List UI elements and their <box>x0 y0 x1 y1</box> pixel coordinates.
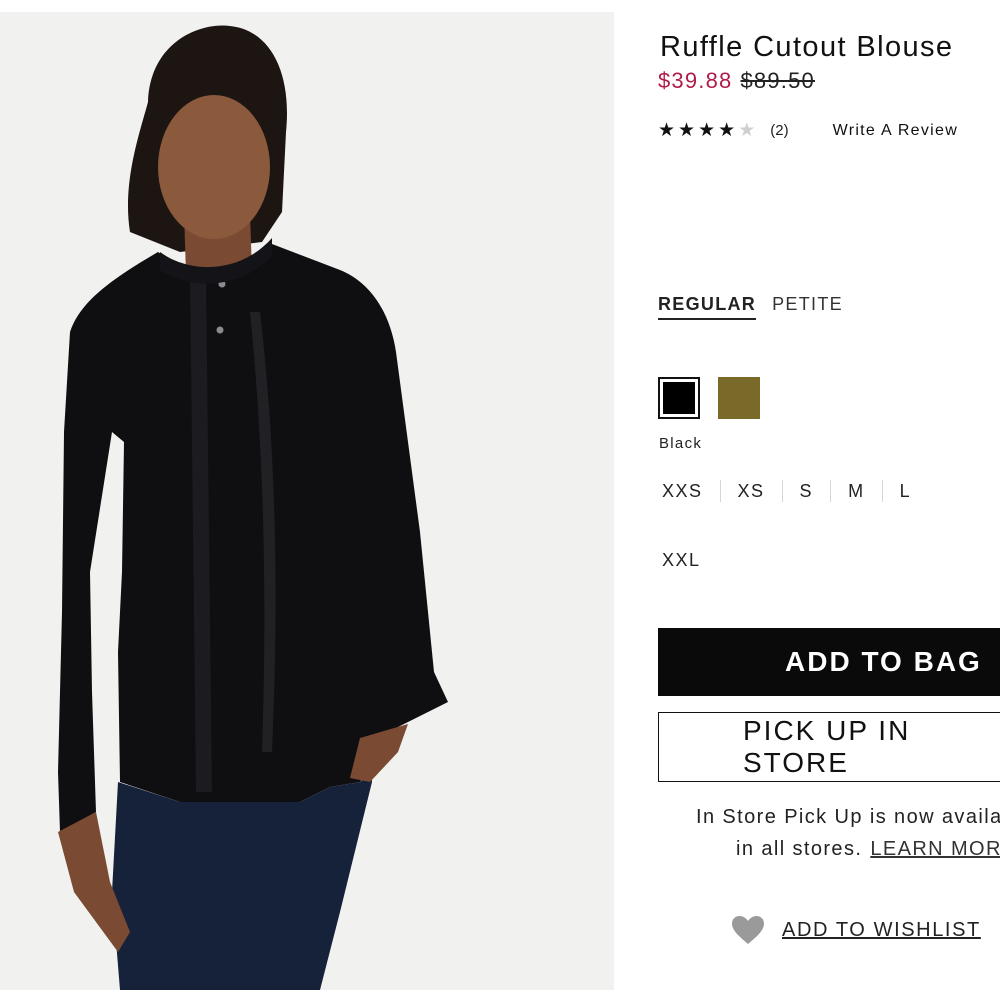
write-review-link[interactable]: Write A Review <box>833 122 959 140</box>
add-to-wishlist-label: ADD TO WISHLIST <box>782 918 981 941</box>
original-price: $89.50 <box>740 68 815 93</box>
star-icon: ★ <box>678 120 696 141</box>
add-to-wishlist-button[interactable]: ADD TO WISHLIST <box>730 914 981 946</box>
selected-color-label: Black <box>659 435 703 452</box>
size-option-xxs[interactable]: XXS <box>658 480 720 502</box>
color-swatch-black[interactable] <box>658 377 700 419</box>
pick-up-in-store-button[interactable]: PICK UP IN STORE <box>658 712 1000 782</box>
size-row: XXL <box>658 548 1000 572</box>
product-title: Ruffle Cutout Blouse <box>660 31 954 63</box>
star-icon: ★ <box>698 120 716 141</box>
review-count[interactable]: (2) <box>770 122 788 139</box>
pickup-note-line2-wrap: in all stores. LEARN MORE <box>736 838 1000 861</box>
model-photo-illustration <box>0 12 614 990</box>
size-option-s[interactable]: S <box>781 480 831 502</box>
heart-icon <box>732 916 764 944</box>
star-icon: ★ <box>738 120 756 141</box>
fit-tab-regular[interactable]: REGULAR <box>658 294 757 320</box>
sale-price: $39.88 <box>658 68 733 93</box>
fit-tabs: REGULAR PETITE <box>658 294 859 320</box>
star-icon: ★ <box>658 120 676 141</box>
pickup-note-line1: In Store Pick Up is now available <box>696 806 1000 828</box>
rating-row: ★ ★ ★ ★ ★ (2) Write A Review <box>658 121 958 140</box>
price-row: $39.88 $89.50 <box>658 68 815 94</box>
size-option-xxl[interactable]: XXL <box>658 549 718 571</box>
color-swatches <box>658 377 778 419</box>
product-image[interactable] <box>0 12 614 990</box>
swatch-fill <box>718 377 760 419</box>
learn-more-link[interactable]: LEARN MORE <box>870 838 1000 860</box>
star-rating[interactable]: ★ ★ ★ ★ ★ <box>658 121 758 140</box>
color-swatch-olive[interactable] <box>718 377 760 419</box>
size-option-l[interactable]: L <box>881 480 929 502</box>
star-icon: ★ <box>718 120 736 141</box>
size-option-m[interactable]: M <box>830 480 882 502</box>
fit-tab-petite[interactable]: PETITE <box>772 294 843 320</box>
pickup-note-line2: in all stores. <box>736 838 863 860</box>
product-details-panel: Ruffle Cutout Blouse $39.88 $89.50 ★ ★ ★ … <box>658 0 1000 1000</box>
add-to-bag-button[interactable]: ADD TO BAG <box>658 628 1000 696</box>
size-selector: XXS XS S M L XXL <box>658 479 1000 572</box>
size-option-xs[interactable]: XS <box>719 480 782 502</box>
size-row: XXS XS S M L <box>658 479 1000 503</box>
swatch-fill <box>663 382 695 414</box>
